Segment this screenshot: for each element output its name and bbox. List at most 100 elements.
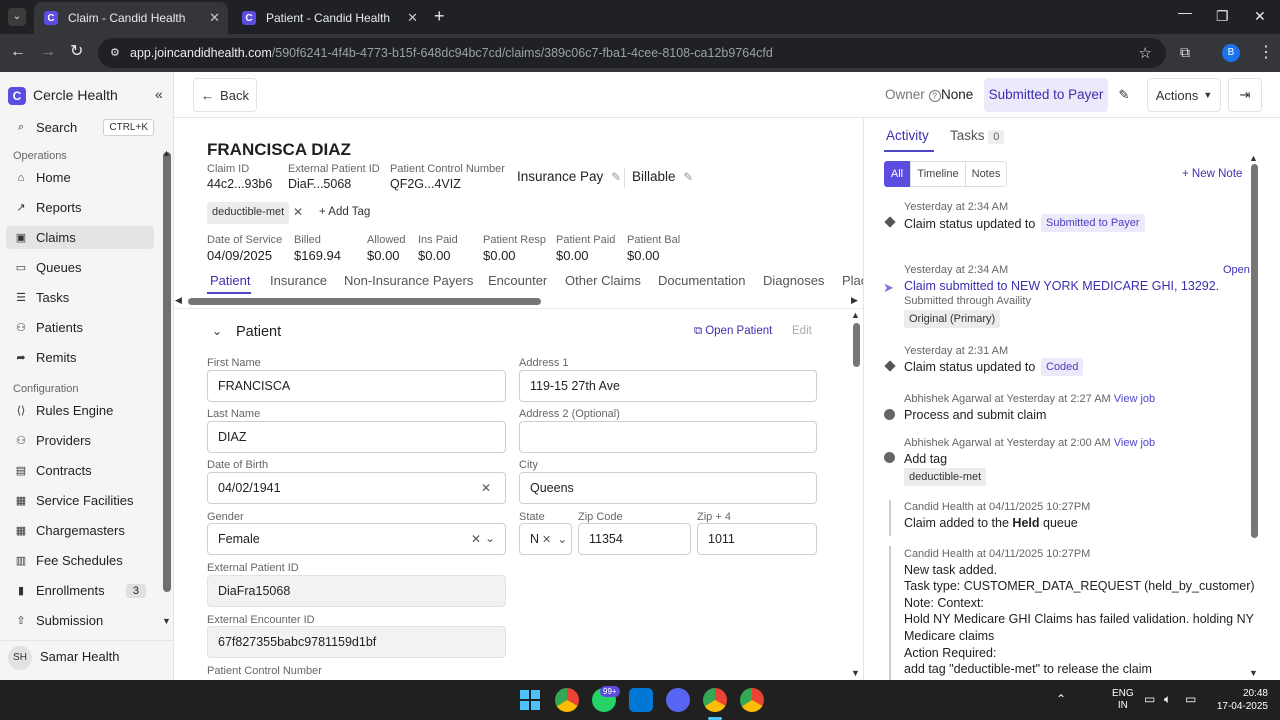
windows-start-icon[interactable] (520, 690, 540, 710)
open-patient-link[interactable]: ⧉ Open Patient (694, 325, 772, 338)
tag-chip[interactable]: deductible-met (207, 202, 290, 224)
vscode-icon[interactable] (629, 688, 653, 712)
edit-button[interactable]: Edit (792, 325, 812, 337)
address-bar[interactable]: ⚙ app.joincandidhealth.com/590f6241-4f4b… (98, 38, 1166, 68)
sidebar-item-fee-schedules[interactable]: ▥ Fee Schedules (6, 549, 154, 572)
open-link[interactable]: Open (1223, 264, 1250, 276)
sidebar-item-service-facilities[interactable]: ▦ Service Facilities (6, 489, 154, 512)
actions-button[interactable]: Actions ▼ (1147, 78, 1221, 112)
sidebar-item-remits[interactable]: ➦ Remits (6, 346, 154, 369)
language-indicator[interactable]: ENG IN (1112, 688, 1134, 712)
address1-field[interactable]: 119-15 27th Ave (519, 370, 817, 402)
clear-gender-icon[interactable]: ✕ (471, 532, 481, 546)
tab-patient[interactable]: Patient (210, 273, 250, 288)
tabs-scrollbar[interactable] (188, 298, 541, 305)
sidebar-item-chargemasters[interactable]: ▦ Chargemasters (6, 519, 154, 542)
patient-control-number-value[interactable]: QF2G...4VIZ (390, 177, 461, 191)
city-field[interactable]: Queens (519, 472, 817, 504)
billable[interactable]: Billable ✎ (632, 169, 693, 184)
back-nav-icon[interactable]: ← (10, 43, 26, 61)
volume-icon[interactable]: 🔈︎ (1164, 692, 1171, 707)
activity-scrollbar[interactable] (1251, 164, 1258, 538)
sidebar-item-rules-engine[interactable]: ⟨⟩ Rules Engine (6, 399, 154, 422)
main-scroll-up-icon[interactable]: ▲ (851, 310, 860, 320)
network-icon[interactable]: ▭ (1144, 692, 1155, 706)
owner-value[interactable]: None (941, 87, 973, 102)
status-badge[interactable]: Submitted to Payer (984, 78, 1108, 112)
scroll-up-icon[interactable]: ▲ (162, 148, 171, 158)
sidebar-search[interactable]: ⌕ Search CTRL+K (6, 116, 154, 139)
insurance-pay[interactable]: Insurance Pay ✎ (517, 169, 621, 184)
tabs-scroll-left-icon[interactable]: ◀ (175, 295, 182, 306)
tab-place[interactable]: Plac (842, 273, 863, 288)
clear-date-icon[interactable]: ✕ (481, 481, 491, 495)
sidebar-item-reports[interactable]: ↗ Reports (6, 196, 154, 219)
bookmark-star-icon[interactable]: ☆ (1139, 44, 1152, 62)
last-name-field[interactable]: DIAZ (207, 421, 506, 453)
clock[interactable]: 20:48 17-04-2025 (1212, 687, 1268, 713)
sidebar-item-patients[interactable]: ⚇ Patients (6, 316, 154, 339)
chrome-icon[interactable] (555, 688, 579, 712)
org-name[interactable]: Cercle Health (33, 87, 118, 103)
tab-search-dropdown[interactable]: ⌄ (8, 8, 26, 26)
chevron-down-icon[interactable]: ⌄ (485, 531, 495, 545)
edit-status-button[interactable]: ✎ (1108, 78, 1140, 112)
activity-title[interactable]: Claim submitted to NEW YORK MEDICARE GHI… (904, 279, 1219, 293)
dob-field[interactable]: 04/02/1941 (207, 472, 506, 504)
collapse-section-icon[interactable]: ⌄ (212, 324, 222, 338)
tab-non-insurance-payers[interactable]: Non-Insurance Payers (344, 273, 473, 288)
tabs-scroll-right-icon[interactable]: ▶ (851, 295, 858, 306)
main-scroll-down-icon[interactable]: ▼ (851, 668, 860, 678)
remove-tag-icon[interactable]: ✕ (293, 205, 303, 219)
view-job-link[interactable]: View job (1114, 437, 1155, 449)
claim-id-value[interactable]: 44c2...93b6 (207, 177, 272, 191)
chrome-profile-j-icon[interactable] (740, 688, 764, 712)
tab-activity[interactable]: Activity (886, 128, 929, 143)
sidebar-item-providers[interactable]: ⚇ Providers (6, 429, 154, 452)
scroll-down-icon[interactable]: ▼ (162, 616, 171, 626)
tab-encounter[interactable]: Encounter (488, 273, 547, 288)
tray-overflow-icon[interactable]: ⌃ (1056, 692, 1066, 706)
maximize-icon[interactable]: ❐ (1216, 8, 1229, 25)
sidebar-item-home[interactable]: ⌂ Home (6, 166, 154, 189)
address2-field[interactable] (519, 421, 817, 453)
profile-avatar[interactable]: B (1222, 44, 1240, 62)
gender-select[interactable]: Female (207, 523, 506, 555)
filter-timeline[interactable]: Timeline (910, 161, 966, 187)
browser-tab-patient[interactable]: C Patient - Candid Health ✕ (232, 2, 426, 34)
collapse-sidebar-icon[interactable]: « (155, 86, 163, 102)
tab-tasks[interactable]: Tasks 0 (950, 128, 1005, 144)
battery-icon[interactable]: ▭ (1185, 692, 1196, 706)
new-tab-icon[interactable]: + (434, 6, 445, 27)
forward-nav-icon[interactable]: → (40, 43, 56, 61)
external-patient-id-value[interactable]: DiaF...5068 (288, 177, 351, 191)
sidebar-item-queues[interactable]: ▭ Queues (6, 256, 154, 279)
sidebar-item-claims[interactable]: ▣ Claims (6, 226, 154, 249)
filter-notes[interactable]: Notes (965, 161, 1007, 187)
back-button[interactable]: ← Back (193, 78, 257, 112)
main-scrollbar[interactable] (853, 323, 860, 367)
tab-other-claims[interactable]: Other Claims (565, 273, 641, 288)
filter-all[interactable]: All (884, 161, 910, 187)
sidebar-item-enrollments[interactable]: ▮ Enrollments 3 (6, 579, 154, 602)
site-info-icon[interactable]: ⚙ (110, 46, 120, 59)
sidebar-item-tasks[interactable]: ☰ Tasks (6, 286, 154, 309)
state-select[interactable]: N ✕ ⌄ (519, 523, 572, 555)
discord-icon[interactable] (666, 688, 690, 712)
browser-tab-claim[interactable]: C Claim - Candid Health ✕ (34, 2, 228, 34)
sidebar-item-submission[interactable]: ⇧ Submission (6, 609, 154, 632)
new-note-button[interactable]: + New Note (1182, 168, 1242, 180)
first-name-field[interactable]: FRANCISCA (207, 370, 506, 402)
view-job-link[interactable]: View job (1114, 393, 1155, 405)
tab-documentation[interactable]: Documentation (658, 273, 745, 288)
sidebar-user[interactable]: SH Samar Health (0, 640, 173, 680)
chrome-profile-b-icon[interactable] (703, 688, 727, 712)
collapse-panel-button[interactable]: ⇥ (1228, 78, 1262, 112)
activity-scroll-up-icon[interactable]: ▲ (1249, 153, 1258, 163)
activity-scroll-down-icon[interactable]: ▼ (1249, 668, 1258, 678)
minimize-icon[interactable]: — (1178, 4, 1192, 20)
browser-menu-icon[interactable]: ⋮ (1258, 42, 1274, 62)
sidebar-scrollbar[interactable] (163, 152, 171, 592)
tab-insurance[interactable]: Insurance (270, 273, 327, 288)
add-tag-button[interactable]: + Add Tag (319, 206, 370, 218)
